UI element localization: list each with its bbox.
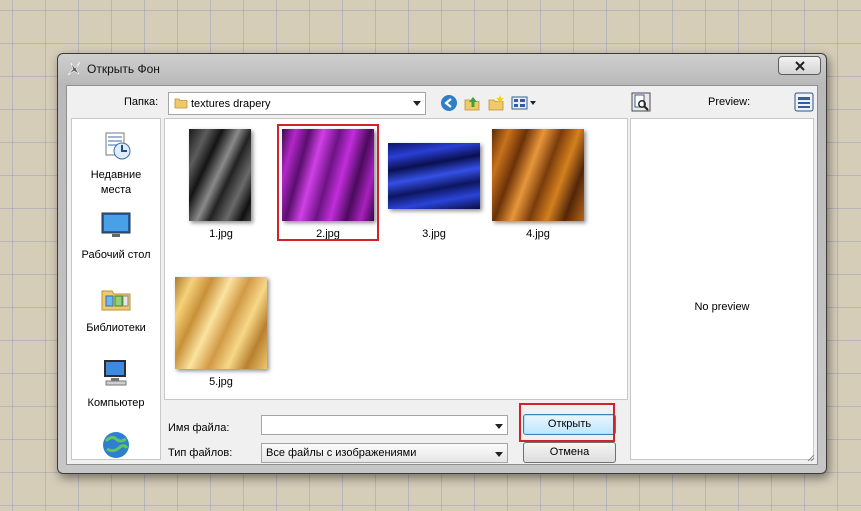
chevron-down-icon[interactable] <box>495 424 503 429</box>
file-name[interactable]: 1.jpg <box>175 228 267 240</box>
folder-select[interactable]: textures drapery <box>168 92 426 115</box>
chevron-down-icon[interactable] <box>495 452 503 457</box>
filename-input[interactable] <box>261 415 508 435</box>
preview-panel: No preview <box>630 118 814 460</box>
new-folder-icon[interactable] <box>487 94 505 112</box>
up-folder-icon[interactable] <box>463 94 481 112</box>
place-computer[interactable]: Компьютер <box>72 357 160 411</box>
places-bar: Недавние места Рабочий стол Библиотеки К… <box>71 118 161 460</box>
filename-label: Имя файла: <box>168 422 230 434</box>
file-name[interactable]: 5.jpg <box>175 376 267 388</box>
no-preview-text: No preview <box>694 301 750 313</box>
place-label: Библиотеки <box>86 322 146 334</box>
place-network[interactable] <box>72 429 160 459</box>
file-thumbnail-5[interactable] <box>175 277 267 369</box>
computer-icon <box>104 360 127 386</box>
network-icon <box>103 432 129 458</box>
file-list: 1.jpg 2.jpg 3.jpg 4.jpg 5.jpg <box>164 118 628 400</box>
libraries-icon <box>101 290 131 311</box>
file-name[interactable]: 3.jpg <box>388 228 480 240</box>
back-icon[interactable] <box>440 94 458 112</box>
preview-options-icon[interactable] <box>794 92 814 112</box>
window-title: Открыть Фон <box>87 62 160 76</box>
file-thumbnail-4[interactable] <box>492 129 584 221</box>
filetype-value: Все файлы с изображениями <box>266 447 417 459</box>
resize-grip-icon[interactable] <box>805 452 815 462</box>
folder-icon <box>174 98 188 109</box>
filetype-select[interactable]: Все файлы с изображениями <box>261 443 508 463</box>
close-icon <box>794 60 805 71</box>
place-label-line2: места <box>100 184 132 196</box>
close-button[interactable] <box>778 56 821 75</box>
place-libraries[interactable]: Библиотеки <box>72 282 160 336</box>
folder-value: textures drapery <box>191 98 271 110</box>
preview-toggle-icon[interactable] <box>631 92 651 112</box>
preview-label: Preview: <box>708 96 751 108</box>
place-label: Недавние <box>90 169 142 181</box>
cancel-button[interactable]: Отмена <box>523 442 616 463</box>
filetype-label: Тип файлов: <box>168 447 233 459</box>
selection-highlight <box>277 124 379 241</box>
dialog-client: Папка: textures drapery Preview: Недавни… <box>66 85 818 465</box>
desktop-icon <box>101 212 131 237</box>
place-label: Компьютер <box>87 397 145 409</box>
file-thumbnail-1[interactable] <box>189 129 251 221</box>
recent-places-icon <box>105 132 131 160</box>
folder-label: Папка: <box>124 96 159 108</box>
place-recent[interactable]: Недавние места <box>72 129 160 198</box>
file-thumbnail-3[interactable] <box>388 143 480 209</box>
open-dialog: Открыть Фон Папка: textures drapery Prev… <box>57 53 827 474</box>
chevron-down-icon[interactable] <box>413 101 421 106</box>
open-button-highlight <box>519 403 615 442</box>
app-icon <box>67 61 81 76</box>
place-desktop[interactable]: Рабочий стол <box>72 209 160 263</box>
file-name[interactable]: 4.jpg <box>492 228 584 240</box>
view-menu-icon[interactable] <box>511 94 537 112</box>
place-label: Рабочий стол <box>81 249 151 261</box>
